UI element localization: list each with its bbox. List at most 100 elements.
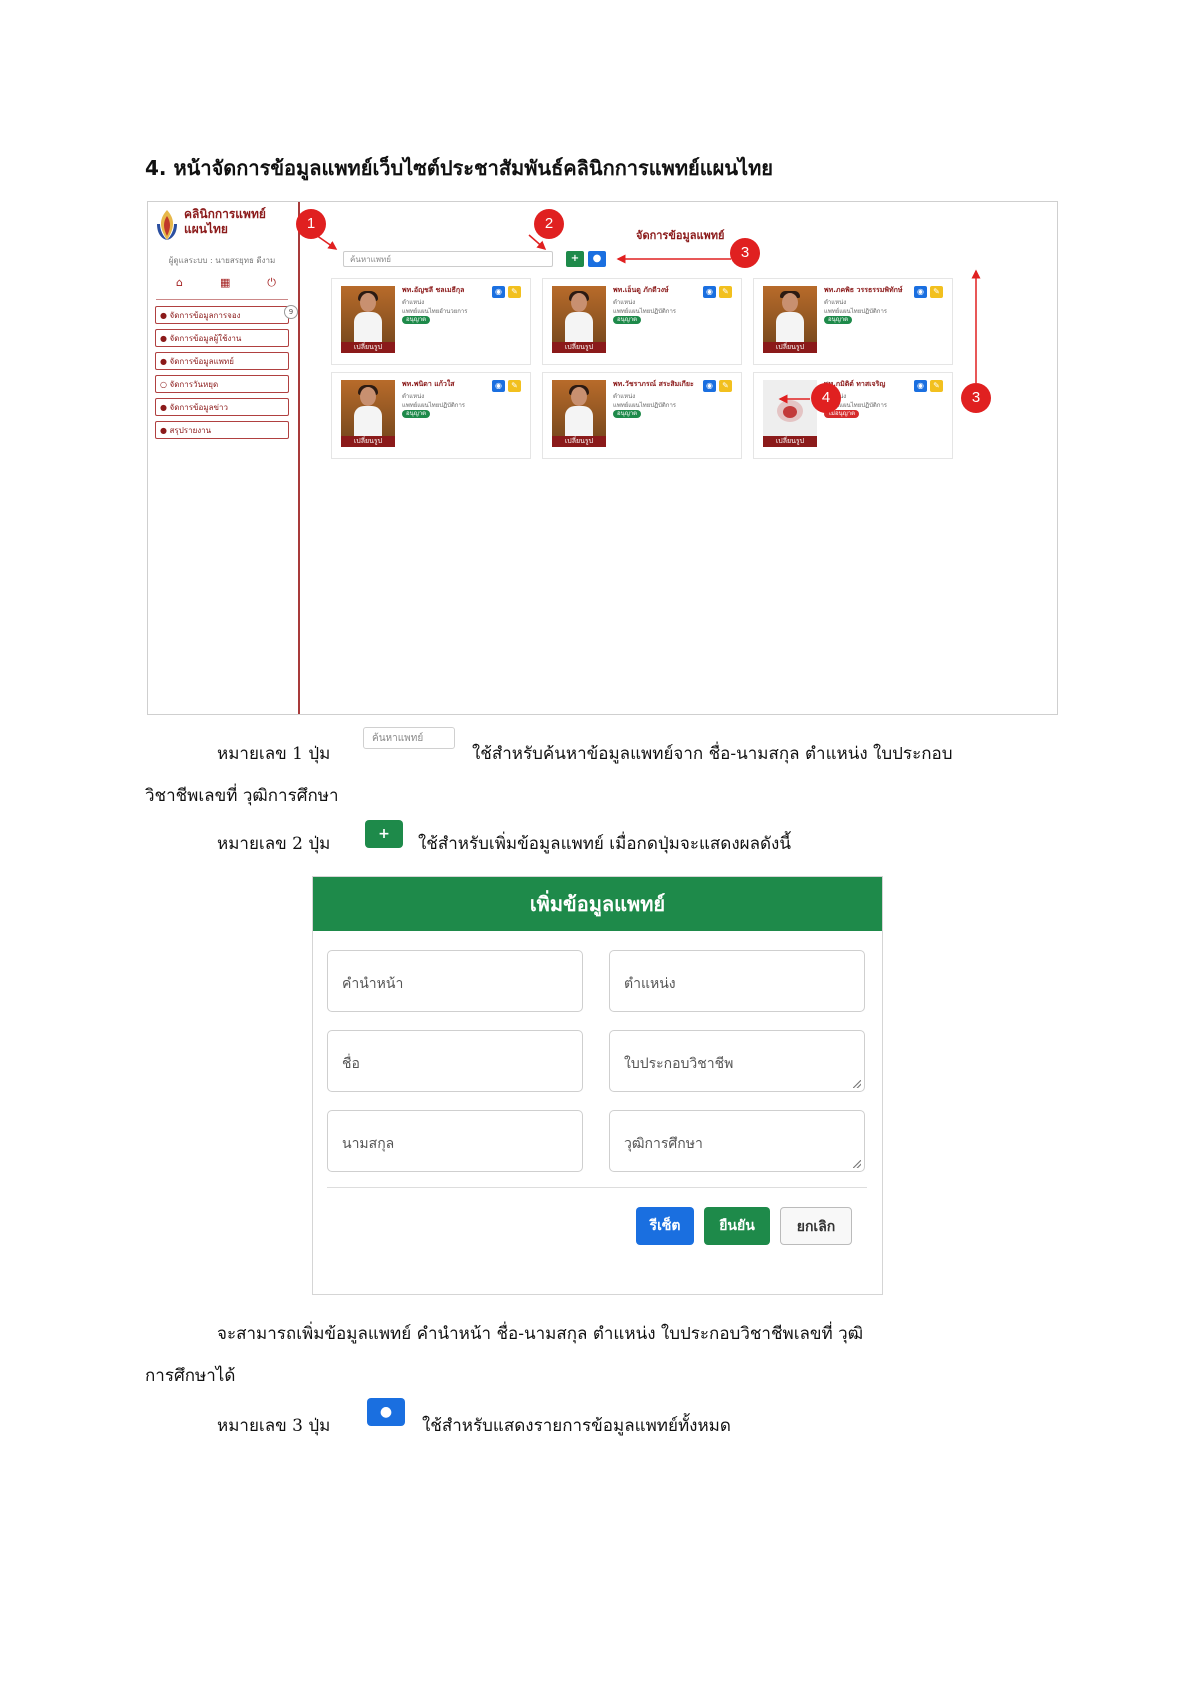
para3-cont: การศึกษาได้ <box>145 1366 236 1386</box>
brand-name: คลินิกการแพทย์ แผนไทย <box>184 207 266 237</box>
view-eye-icon[interactable]: ◉ <box>492 380 505 392</box>
para4-text: ใช้สำหรับแสดงรายการข้อมูลแพทย์ทั้งหมด <box>422 1416 731 1436</box>
doctor-role: แพทย์แผนไทยปฏิบัติการ <box>613 308 677 315</box>
doctor-card: เปลี่ยนรูป พท.ภคพิธ วรรธรรมพิทักษ์ ตำแหน… <box>753 278 953 365</box>
clock-icon: ○ <box>160 380 167 389</box>
doctor-card: เปลี่ยนรูป พท.กมิติต์ ทาสเจริญ ตำแหน่ง แ… <box>753 372 953 459</box>
search-button-sample: ค้นหาแพทย์ <box>363 727 455 749</box>
status-badge: อนุญาต <box>824 316 853 324</box>
edit-icon[interactable]: ✎ <box>719 380 732 392</box>
doctor-photo <box>763 286 817 344</box>
callout-number: 4 <box>811 383 841 413</box>
report-icon: ● <box>160 426 167 435</box>
edit-icon[interactable]: ✎ <box>508 286 521 298</box>
user-icon: ● <box>592 253 602 264</box>
view-eye-icon[interactable]: ◉ <box>703 286 716 298</box>
first-name-field[interactable]: ชื่อ <box>327 1030 583 1092</box>
modal-title: เพิ่มข้อมูลแพทย์ <box>313 877 882 931</box>
modal-divider <box>327 1187 867 1188</box>
menu-reports[interactable]: ● สรุปรายงาน <box>155 421 289 439</box>
status-badge: อนุญาต <box>613 316 642 324</box>
menu-users[interactable]: ● จัดการข้อมูลผู้ใช้งาน <box>155 329 289 347</box>
edit-icon[interactable]: ✎ <box>719 286 732 298</box>
last-name-field[interactable]: นามสกุล <box>327 1110 583 1172</box>
doctor-card: เปลี่ยนรูป พท.พนิดา แก้วใส ตำแหน่ง แพทย์… <box>331 372 531 459</box>
change-image-button[interactable]: เปลี่ยนรูป <box>763 436 817 447</box>
doctor-search-input[interactable]: ค้นหาแพทย์ <box>343 251 553 267</box>
add-doctor-button[interactable]: + <box>566 251 584 267</box>
para2-text: ใช้สำหรับเพิ่มข้อมูลแพทย์ เมื่อกดปุ่มจะแ… <box>418 834 791 854</box>
resize-grip-icon[interactable] <box>853 1160 861 1168</box>
menu-news[interactable]: ● จัดการข้อมูลข่าว <box>155 398 289 416</box>
menu-label: จัดการข้อมูลการจอง <box>169 311 241 320</box>
status-badge: อนุญาต <box>402 316 431 324</box>
menu-label: จัดการข้อมูลผู้ใช้งาน <box>169 334 242 343</box>
news-icon: ● <box>160 403 167 412</box>
doctor-photo <box>341 380 395 438</box>
sidebar-divider <box>156 299 288 300</box>
license-field[interactable]: ใบประกอบวิชาชีพ <box>609 1030 865 1092</box>
change-image-button[interactable]: เปลี่ยนรูป <box>552 436 606 447</box>
section-heading: 4. หน้าจัดการข้อมูลแพทย์เว็บไซต์ประชาสัม… <box>145 156 773 180</box>
callout-number: 2 <box>534 209 564 239</box>
resize-grip-icon[interactable] <box>853 1080 861 1088</box>
education-placeholder: วุฒิการศึกษา <box>624 1136 703 1152</box>
admin-user: ผู้ดูแลระบบ : นายสรยุทธ ดีงาม <box>168 256 276 265</box>
edit-icon[interactable]: ✎ <box>930 380 943 392</box>
view-eye-icon[interactable]: ◉ <box>914 380 927 392</box>
menu-bookings[interactable]: ● จัดการข้อมูลการจอง <box>155 306 289 324</box>
doctor-photo-placeholder <box>763 380 817 438</box>
position-field[interactable]: ตำแหน่ง <box>609 950 865 1012</box>
menu-label: สรุปรายงาน <box>169 426 212 435</box>
add-doctor-modal: เพิ่มข้อมูลแพทย์ คำนำหน้า ตำแหน่ง ชื่อ ใ… <box>312 876 883 1295</box>
doctor-name: พท.ภคพิธ วรรธรรมพิทักษ์ <box>824 286 903 294</box>
callout-number: 3 <box>730 238 760 268</box>
callout-number: 3 <box>961 383 991 413</box>
book-icon[interactable]: ▦ <box>220 276 230 290</box>
cancel-button[interactable]: ยกเลิก <box>780 1207 852 1245</box>
change-image-button[interactable]: เปลี่ยนรูป <box>341 342 395 353</box>
admin-screenshot: คลินิกการแพทย์ แผนไทย ผู้ดูแลระบบ : นายส… <box>147 201 1058 715</box>
change-image-button[interactable]: เปลี่ยนรูป <box>763 342 817 353</box>
view-eye-icon[interactable]: ◉ <box>703 380 716 392</box>
education-field[interactable]: วุฒิการศึกษา <box>609 1110 865 1172</box>
main-title: จัดการข้อมูลแพทย์ <box>636 229 725 242</box>
booking-count-badge: 9 <box>284 305 298 319</box>
change-image-button[interactable]: เปลี่ยนรูป <box>341 436 395 447</box>
prefix-field[interactable]: คำนำหน้า <box>327 950 583 1012</box>
reset-button[interactable]: รีเซ็ต <box>636 1207 694 1245</box>
edit-icon[interactable]: ✎ <box>508 380 521 392</box>
users-icon: ● <box>160 334 167 343</box>
menu-holidays[interactable]: ○ จัดการวันหยุด <box>155 375 289 393</box>
doctor-name: พท.เอ็นดู ภักดีวงษ์ <box>613 286 669 294</box>
home-icon[interactable]: ⌂ <box>176 276 183 290</box>
add-button-sample: + <box>365 820 403 848</box>
doctor-card: เปลี่ยนรูป พท.เอ็นดู ภักดีวงษ์ ตำแหน่ง แ… <box>542 278 742 365</box>
doctor-name: พท.อัญชลี ชลเมธีกุล <box>402 286 465 294</box>
doctor-role: แพทย์แผนไทยปฏิบัติการ <box>613 402 677 409</box>
doctor-icon: ● <box>160 357 167 366</box>
para3-text: จะสามารถเพิ่มข้อมูลแพทย์ คำนำหน้า ชื่อ-น… <box>217 1324 864 1344</box>
menu-label: จัดการวันหยุด <box>169 380 219 389</box>
doctor-photo <box>341 286 395 344</box>
edit-icon[interactable]: ✎ <box>930 286 943 298</box>
para1-cont: วิชาชีพเลขที่ วุฒิการศึกษา <box>145 786 339 806</box>
status-badge: อนุญาต <box>613 410 642 418</box>
view-eye-icon[interactable]: ◉ <box>914 286 927 298</box>
sidebar-icon-row: ⌂ ▦ ⏻ <box>176 276 276 290</box>
status-badge: อนุญาต <box>402 410 431 418</box>
menu-label: จัดการข้อมูลข่าว <box>169 403 228 412</box>
change-image-button[interactable]: เปลี่ยนรูป <box>552 342 606 353</box>
para1-text: ใช้สำหรับค้นหาข้อมูลแพทย์จาก ชื่อ-นามสกุ… <box>472 744 953 764</box>
power-icon[interactable]: ⏻ <box>267 276 276 290</box>
brand-line-2: แผนไทย <box>184 222 228 236</box>
menu-doctors[interactable]: ● จัดการข้อมูลแพทย์ <box>155 352 289 370</box>
brand-line-1: คลินิกการแพทย์ <box>184 207 266 221</box>
doctor-card: เปลี่ยนรูป พท.อัญชลี ชลเมธีกุล ตำแหน่ง แ… <box>331 278 531 365</box>
view-eye-icon[interactable]: ◉ <box>492 286 505 298</box>
sidebar: คลินิกการแพทย์ แผนไทย ผู้ดูแลระบบ : นายส… <box>148 202 300 714</box>
confirm-button[interactable]: ยืนยัน <box>704 1207 770 1245</box>
para1-lead: หมายเลข 1 ปุ่ม <box>217 744 331 764</box>
list-doctors-button[interactable]: ● <box>588 251 606 267</box>
doctor-role: แพทย์แผนไทยปฏิบัติการ <box>824 308 888 315</box>
